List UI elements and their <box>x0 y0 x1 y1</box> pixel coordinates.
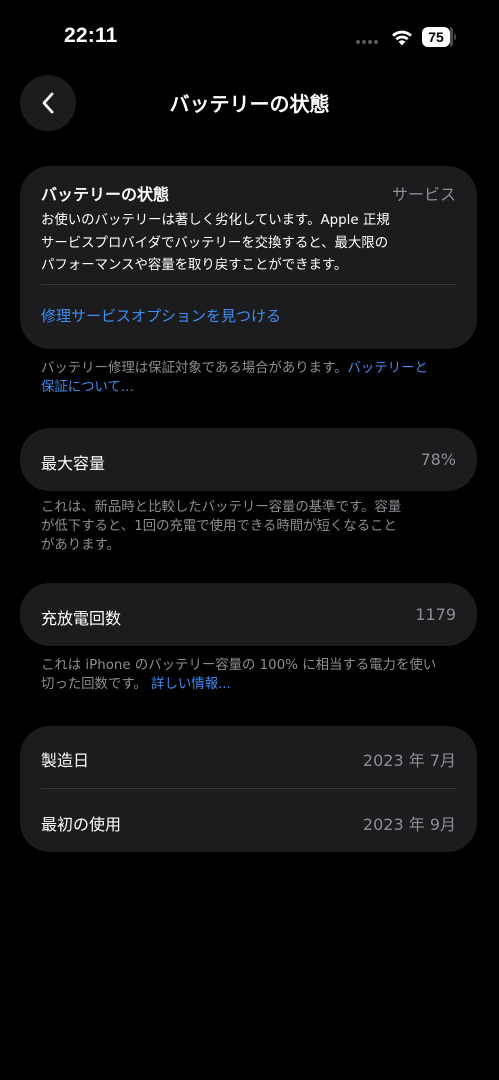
divider <box>41 788 457 789</box>
capacity-footnote: これは、新品時と比較したバッテリー容量の基準です。容量 が低下すると、1回の充電… <box>41 498 461 555</box>
message-line: お使いのバッテリーは著しく劣化しています。Apple 正規 <box>41 213 390 228</box>
cycle-count-row: 充放電回数 1179 <box>20 583 477 646</box>
learn-more-link[interactable]: 詳しい情報... <box>151 677 231 692</box>
cycle-count-label: 充放電回数 <box>41 609 122 628</box>
maximum-capacity-label: 最大容量 <box>41 454 106 473</box>
message-line: サービスプロバイダでバッテリーを交換すると、最大限の <box>41 235 389 251</box>
page-title: バッテリーの状態 <box>169 92 330 116</box>
battery-health-message: お使いのバッテリーは著しく劣化しています。Apple 正規 サービスプロバイダで… <box>41 210 461 278</box>
wifi-icon <box>392 30 412 46</box>
battery-icon: 75 <box>422 27 456 47</box>
warranty-footnote: バッテリー修理は保証対象である場合があります。バッテリーと 保証について... <box>41 359 461 397</box>
status-bar: 22:11 75 <box>0 0 499 70</box>
manufacture-date-value: 2023 年 7月 <box>362 751 456 770</box>
cycle-count-value: 1179 <box>415 605 456 624</box>
manufacture-date-label: 製造日 <box>41 751 90 770</box>
footnote-text: 切った回数です。 <box>41 677 147 692</box>
dates-group: 製造日 2023 年 7月 最初の使用 2023 年 9月 <box>20 726 477 852</box>
battery-health-title: バッテリーの状態 <box>41 185 170 204</box>
find-repair-options-link[interactable]: 修理サービスオプションを見つける <box>41 305 281 326</box>
battery-health-card: バッテリーの状態 サービス お使いのバッテリーは著しく劣化しています。Apple… <box>20 166 477 349</box>
maximum-capacity-row: 最大容量 78% <box>20 428 477 491</box>
divider <box>41 284 457 285</box>
service-badge: サービス <box>391 185 456 204</box>
first-use-label: 最初の使用 <box>41 815 122 834</box>
battery-warranty-link-continued[interactable]: 保証について... <box>41 380 134 395</box>
footnote-line: これは、新品時と比較したバッテリー容量の基準です。容量 <box>41 500 402 515</box>
first-use-value: 2023 年 9月 <box>362 815 456 834</box>
battery-level: 75 <box>422 27 450 47</box>
cycle-footnote: これは iPhone のバッテリー容量の 100% に相当する電力を使い 切った… <box>41 656 461 694</box>
footnote-line: があります。 <box>41 538 121 553</box>
footnote-line: これは iPhone のバッテリー容量の 100% に相当する電力を使い <box>41 658 437 673</box>
footnote-text: バッテリー修理は保証対象である場合があります。 <box>41 361 348 376</box>
status-time: 22:11 <box>64 24 118 47</box>
cellular-signal-icon <box>356 40 378 44</box>
maximum-capacity-value: 78% <box>420 450 456 469</box>
footnote-line: が低下すると、1回の充電で使用できる時間が短くなること <box>41 519 397 534</box>
battery-warranty-link[interactable]: バッテリーと <box>348 361 428 376</box>
message-line: パフォーマンスや容量を取り戻すことができます。 <box>41 258 348 273</box>
